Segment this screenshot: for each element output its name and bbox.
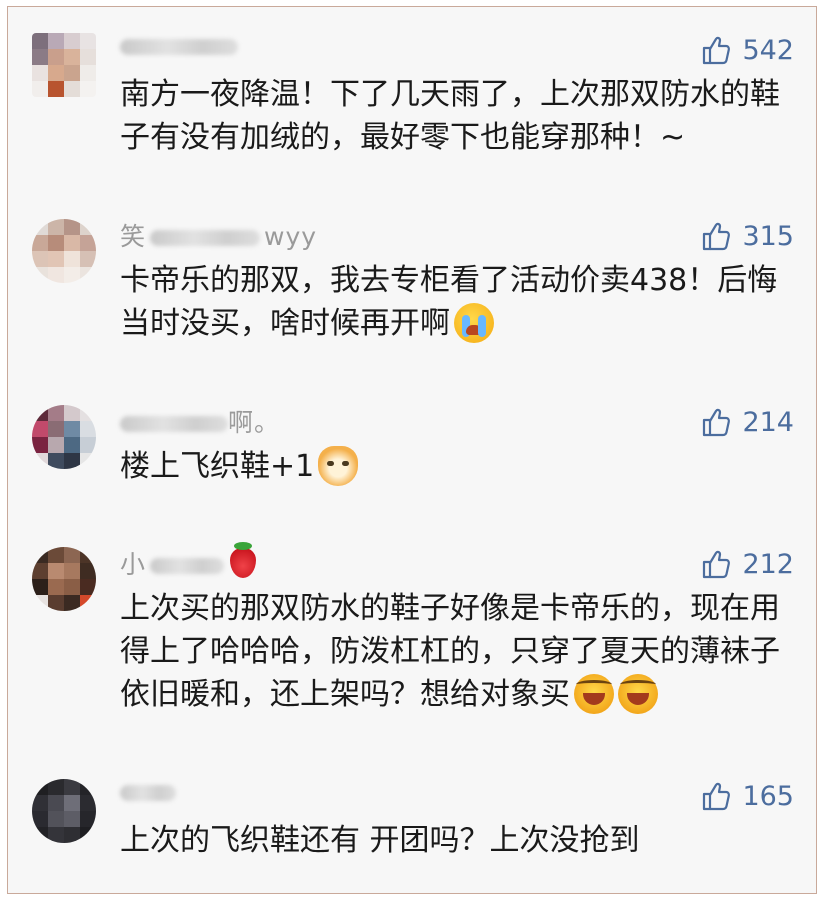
laughing-face-emoji-icon [574, 674, 614, 714]
like-button[interactable]: 315 [700, 219, 794, 253]
like-button[interactable]: 542 [700, 33, 794, 67]
strawberry-icon [230, 542, 257, 578]
like-button[interactable]: 212 [700, 547, 794, 581]
like-count: 165 [742, 780, 794, 812]
thumbs-up-icon [703, 550, 731, 579]
thumbs-up-icon [703, 36, 731, 65]
like-button[interactable]: 165 [700, 779, 794, 813]
like-count: 212 [742, 548, 794, 580]
commenter-name[interactable] [120, 777, 176, 807]
avatar[interactable] [32, 547, 96, 611]
like-button[interactable]: 214 [700, 405, 794, 439]
commenter-name[interactable]: 笑 wyy [120, 217, 317, 251]
crying-face-emoji-icon [454, 303, 494, 343]
like-count: 214 [742, 406, 794, 438]
comment-text: 南方一夜降温！下了几天雨了，上次那双防水的鞋子有没有加绒的，最好零下也能穿那种！… [120, 77, 780, 155]
thumbs-up-icon [703, 408, 731, 437]
laughing-face-emoji-icon [618, 674, 658, 714]
thumbs-up-icon [703, 782, 731, 811]
avatar[interactable] [32, 405, 96, 469]
comment-text: 卡帝乐的那双，我去专柜看了活动价卖438！后悔当时没买，啥时候再开啊 [120, 263, 778, 343]
commenter-name[interactable] [120, 31, 238, 61]
thumbs-up-icon [703, 222, 731, 251]
comment-list: 542 南方一夜降温！下了几天雨了，上次那双防水的鞋子有没有加绒的，最好零下也能… [7, 6, 817, 894]
comment-text: 上次买的那双防水的鞋子好像是卡帝乐的，现在用得上了哈哈哈，防泼杠杠的，只穿了夏天… [120, 591, 780, 714]
comment-text: 楼上飞织鞋+1 [120, 445, 800, 488]
commenter-name[interactable]: 小 [120, 542, 257, 579]
like-count: 315 [742, 220, 794, 252]
avatar[interactable] [32, 33, 96, 97]
doge-face-emoji-icon [318, 446, 359, 486]
avatar[interactable] [32, 779, 96, 843]
commenter-name[interactable]: 啊。 [120, 403, 280, 437]
comment-text: 上次的飞织鞋还有 开团吗？上次没抢到 [120, 823, 640, 858]
like-count: 542 [742, 34, 794, 66]
avatar[interactable] [32, 219, 96, 283]
